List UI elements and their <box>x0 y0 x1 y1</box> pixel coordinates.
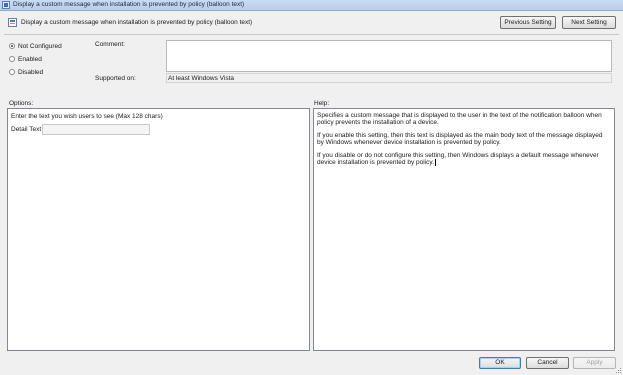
help-paragraph: Specifies a custom message that is displ… <box>317 112 602 127</box>
detail-text-input[interactable] <box>42 124 150 135</box>
policy-icon <box>2 1 10 9</box>
window-title: Display a custom message when installati… <box>13 1 245 8</box>
options-label: Options: <box>9 100 34 107</box>
setting-title: Display a custom message when installati… <box>21 19 253 26</box>
not-configured-label[interactable]: Not Configured <box>18 43 62 50</box>
title-bar[interactable]: Display a custom message when installati… <box>0 0 623 11</box>
ok-button[interactable]: OK <box>479 357 521 369</box>
supported-on-label: Supported on: <box>95 75 136 82</box>
help-paragraph: If you disable or do not configure this … <box>317 151 599 167</box>
resize-grip-icon[interactable] <box>614 366 622 374</box>
options-panel: Enter the text you wish users to see (Ma… <box>7 108 310 351</box>
help-panel[interactable]: Specifies a custom message that is displ… <box>313 108 615 351</box>
enabled-radio[interactable] <box>9 56 15 62</box>
next-setting-button[interactable]: Next Setting <box>562 16 616 29</box>
help-label: Help: <box>314 100 330 107</box>
comment-textarea[interactable] <box>166 40 612 72</box>
disabled-radio[interactable] <box>9 69 15 75</box>
detail-text-label: Detail Text <box>11 126 42 133</box>
help-paragraph: If you enable this setting, then this te… <box>317 131 603 147</box>
disabled-label[interactable]: Disabled <box>18 69 43 76</box>
cancel-button[interactable]: Cancel <box>526 357 569 369</box>
supported-on-box <box>166 73 612 83</box>
comment-label: Comment: <box>95 41 125 48</box>
text-caret <box>434 159 436 167</box>
enabled-label[interactable]: Enabled <box>18 56 42 63</box>
options-prompt: Enter the text you wish users to see (Ma… <box>11 113 163 120</box>
not-configured-radio[interactable] <box>9 43 15 49</box>
apply-button[interactable]: Apply <box>573 357 616 369</box>
header-divider <box>4 34 619 35</box>
policy-setting-icon <box>8 18 17 27</box>
previous-setting-button[interactable]: Previous Setting <box>500 16 556 29</box>
